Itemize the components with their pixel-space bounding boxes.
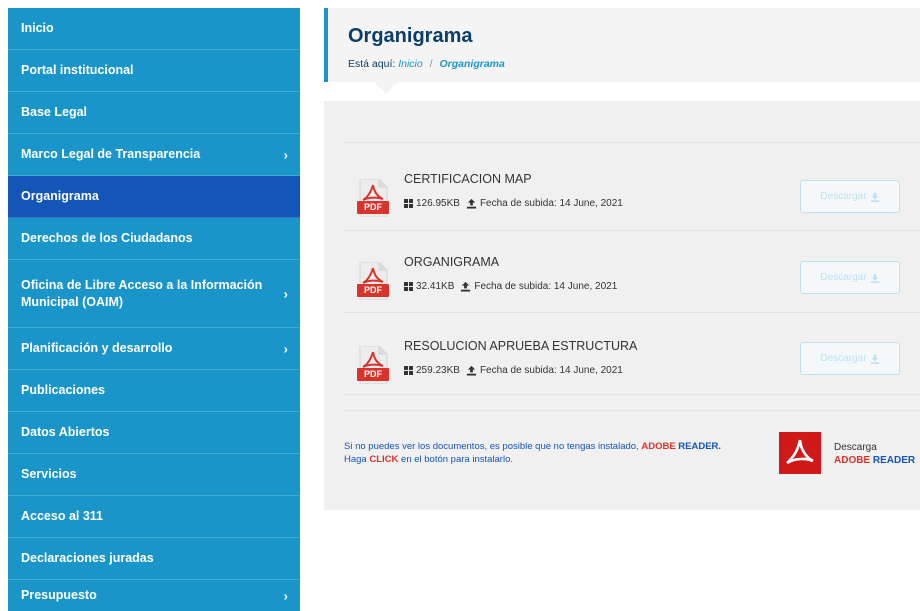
sidebar-item-label: Datos Abiertos bbox=[21, 425, 110, 439]
document-row: PDF RESOLUCION APRUEBA ESTRUCTURA 259.23… bbox=[324, 337, 920, 417]
notice-text: Si no puedes ver los documentos, es posi… bbox=[344, 441, 639, 452]
notice-reader: READER. bbox=[678, 441, 722, 452]
documents-panel: PDF CERTIFICACION MAP 126.95KB Fecha de … bbox=[324, 101, 920, 510]
breadcrumb-separator: / bbox=[429, 58, 433, 70]
notice-text: Haga bbox=[344, 454, 367, 465]
grid-icon bbox=[404, 199, 413, 208]
breadcrumb-current: Organigrama bbox=[439, 58, 505, 70]
download-button[interactable]: Descargar bbox=[800, 180, 900, 213]
pdf-badge: PDF bbox=[357, 284, 389, 297]
sidebar-item-label: Publicaciones bbox=[21, 383, 106, 397]
sidebar-item-oaim[interactable]: Oficina de Libre Acceso a la Información… bbox=[8, 260, 300, 328]
sidebar-item-publicaciones[interactable]: Publicaciones bbox=[8, 370, 300, 412]
document-meta: 126.95KB Fecha de subida: 14 June, 2021 bbox=[404, 198, 623, 209]
adobe-link-line1: Descarga bbox=[834, 442, 877, 453]
document-row: PDF CERTIFICACION MAP 126.95KB Fecha de … bbox=[324, 170, 920, 250]
sidebar-item-marco-legal[interactable]: Marco Legal de Transparencia › bbox=[8, 134, 300, 176]
sidebar-nav: Inicio Portal institucional Base Legal M… bbox=[8, 8, 300, 611]
sidebar-item-presupuesto[interactable]: Presupuesto › bbox=[8, 580, 300, 611]
page-header: Organigrama Está aquí: Inicio / Organigr… bbox=[324, 8, 920, 82]
upload-icon bbox=[466, 365, 477, 376]
breadcrumb-prefix: Está aquí: bbox=[348, 58, 396, 70]
divider bbox=[344, 142, 920, 143]
breadcrumb-home-link[interactable]: Inicio bbox=[398, 58, 423, 70]
sidebar-item-label: Inicio bbox=[21, 21, 54, 35]
sidebar-item-label: Servicios bbox=[21, 467, 77, 481]
sidebar-item-inicio[interactable]: Inicio bbox=[8, 8, 300, 50]
sidebar-item-datos-abiertos[interactable]: Datos Abiertos bbox=[8, 412, 300, 454]
document-size: 259.23KB bbox=[416, 365, 460, 376]
sidebar-item-declaraciones[interactable]: Declaraciones juradas bbox=[8, 538, 300, 580]
notice-adobe: ADOBE bbox=[641, 441, 676, 452]
sidebar-item-label: Acceso al 311 bbox=[21, 509, 104, 523]
document-name: RESOLUCION APRUEBA ESTRUCTURA bbox=[404, 339, 638, 353]
upload-icon bbox=[461, 281, 471, 292]
download-button[interactable]: Descargar bbox=[800, 261, 900, 294]
sidebar-item-label: Presupuesto bbox=[21, 588, 97, 602]
chevron-right-icon: › bbox=[283, 147, 288, 162]
download-label: Descargar bbox=[820, 191, 867, 202]
upload-date-label: Fecha de subida: bbox=[474, 281, 552, 292]
sidebar-item-label: Declaraciones juradas bbox=[21, 551, 154, 565]
upload-icon bbox=[466, 198, 477, 209]
document-size: 126.95KB bbox=[416, 198, 460, 209]
chevron-right-icon: › bbox=[283, 588, 288, 603]
breadcrumb: Está aquí: Inicio / Organigrama bbox=[348, 58, 505, 70]
sidebar-item-servicios[interactable]: Servicios bbox=[8, 454, 300, 496]
divider bbox=[344, 410, 920, 411]
pdf-badge: PDF bbox=[357, 368, 389, 381]
document-name: CERTIFICACION MAP bbox=[404, 172, 532, 186]
adobe-reader-notice: Si no puedes ver los documentos, es posi… bbox=[344, 440, 764, 466]
upload-date-label: Fecha de subida: bbox=[479, 365, 557, 376]
sidebar-item-base-legal[interactable]: Base Legal bbox=[8, 92, 300, 134]
upload-date: 14 June, 2021 bbox=[553, 281, 618, 292]
document-name: ORGANIGRAMA bbox=[404, 255, 500, 269]
download-label: Descargar bbox=[820, 353, 867, 364]
sidebar-item-label: Oficina de Libre Acceso a la Información… bbox=[21, 277, 263, 309]
download-icon bbox=[870, 354, 879, 364]
header-pointer bbox=[374, 82, 398, 94]
adobe-acrobat-icon[interactable] bbox=[779, 432, 821, 474]
document-row: PDF ORGANIGRAMA 32.41KB Fecha de subida:… bbox=[324, 253, 920, 333]
grid-icon bbox=[404, 366, 413, 375]
adobe-link-adobe: ADOBE bbox=[834, 455, 871, 466]
divider bbox=[344, 312, 920, 313]
document-size: 32.41KB bbox=[416, 281, 455, 292]
document-meta: 259.23KB Fecha de subida: 14 June, 2021 bbox=[404, 365, 623, 376]
adobe-link-reader: READER bbox=[872, 455, 916, 466]
notice-click: CLICK bbox=[369, 454, 399, 465]
sidebar-item-label: Planificación y desarrollo bbox=[21, 341, 173, 355]
adobe-link-line2: ADOBE READER bbox=[834, 454, 915, 467]
sidebar-item-derechos[interactable]: Derechos de los Ciudadanos bbox=[8, 218, 300, 260]
sidebar-item-label: Marco Legal de Transparencia bbox=[21, 147, 201, 161]
notice-text: en el botón para instalarlo. bbox=[401, 454, 513, 465]
adobe-reader-download-link[interactable]: Descarga ADOBE READER bbox=[834, 441, 915, 467]
divider bbox=[344, 394, 920, 395]
page-title: Organigrama bbox=[348, 25, 473, 47]
document-meta: 32.41KB Fecha de subida: 14 June, 2021 bbox=[404, 281, 617, 292]
pdf-badge: PDF bbox=[357, 201, 389, 214]
sidebar-item-label: Organigrama bbox=[21, 189, 99, 203]
download-icon bbox=[870, 273, 879, 283]
download-icon bbox=[870, 192, 879, 202]
sidebar-item-label: Base Legal bbox=[21, 105, 88, 119]
sidebar-item-organigrama[interactable]: Organigrama bbox=[8, 176, 300, 218]
upload-date: 14 June, 2021 bbox=[559, 365, 623, 376]
sidebar-item-portal-institucional[interactable]: Portal institucional bbox=[8, 50, 300, 92]
grid-icon bbox=[404, 282, 413, 291]
sidebar-item-label: Portal institucional bbox=[21, 63, 134, 77]
sidebar-item-planificacion[interactable]: Planificación y desarrollo › bbox=[8, 328, 300, 370]
chevron-right-icon: › bbox=[283, 286, 288, 301]
upload-date-label: Fecha de subida: bbox=[479, 198, 557, 209]
chevron-right-icon: › bbox=[283, 341, 288, 356]
sidebar-item-acceso-311[interactable]: Acceso al 311 bbox=[8, 496, 300, 538]
divider bbox=[344, 230, 920, 231]
upload-date: 14 June, 2021 bbox=[559, 198, 623, 209]
download-label: Descargar bbox=[820, 272, 867, 283]
download-button[interactable]: Descargar bbox=[800, 342, 900, 375]
sidebar-item-label: Derechos de los Ciudadanos bbox=[21, 231, 193, 245]
